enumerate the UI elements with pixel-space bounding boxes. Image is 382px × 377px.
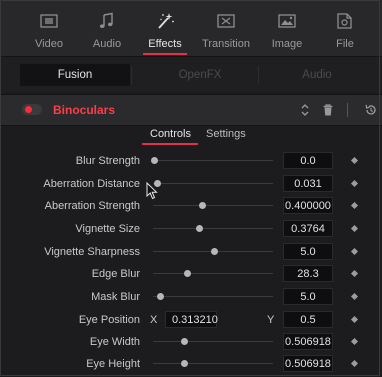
aberration-distance-field[interactable]: 0.031 xyxy=(283,175,333,192)
keyframe-icon[interactable] xyxy=(350,292,359,301)
tab-video-label: Video xyxy=(35,38,63,50)
param-label-blur-strength: Blur Strength xyxy=(75,155,140,167)
eye-width-field[interactable]: 0.506918 xyxy=(283,333,333,350)
aberration-distance-track[interactable] xyxy=(153,183,273,184)
vignette-sharpness-field[interactable]: 5.0 xyxy=(283,243,333,260)
edge-blur-slider[interactable] xyxy=(184,270,192,277)
aberration-strength-field[interactable]: 0.400000 xyxy=(283,197,333,214)
mask-blur-slider[interactable] xyxy=(156,293,164,300)
file-icon xyxy=(337,13,352,29)
keyframe-icon[interactable] xyxy=(350,179,359,188)
effect-header: Binoculars xyxy=(0,94,382,126)
blur-strength-track[interactable] xyxy=(153,160,273,161)
vignette-sharpness-slider[interactable] xyxy=(210,248,218,255)
trash-icon[interactable] xyxy=(321,103,335,117)
subtab-openfx[interactable]: OpenFX xyxy=(145,64,255,86)
image-icon xyxy=(278,14,296,28)
eye-position-x-field[interactable]: 0.313210 xyxy=(165,311,218,328)
tab-settings[interactable]: Settings xyxy=(206,128,246,140)
edge-blur-track[interactable] xyxy=(153,273,273,274)
edge-blur-field[interactable]: 28.3 xyxy=(283,265,333,282)
tab-controls[interactable]: Controls xyxy=(150,128,191,140)
keyframe-icon[interactable] xyxy=(350,201,359,210)
header-divider xyxy=(347,103,348,117)
tab-file-label: File xyxy=(336,38,354,50)
tab-transition[interactable]: Transition xyxy=(197,0,255,56)
subtab-fusion[interactable]: Fusion xyxy=(20,64,130,86)
keyframe-icon[interactable] xyxy=(350,359,359,368)
tab-image[interactable]: Image xyxy=(258,0,316,56)
param-label-aberration-distance: Aberration Distance xyxy=(43,178,140,190)
blur-strength-slider[interactable] xyxy=(150,157,158,164)
subtab-audio[interactable]: Audio xyxy=(262,64,372,86)
up-down-arrows-icon[interactable] xyxy=(298,103,312,117)
param-label-vignette-sharpness: Vignette Sharpness xyxy=(44,246,140,258)
y-label: Y xyxy=(267,314,275,326)
mask-blur-track[interactable] xyxy=(153,296,273,297)
param-label-vignette-size: Vignette Size xyxy=(75,223,140,235)
keyframe-icon[interactable] xyxy=(350,315,359,324)
inspector-toolbar: Video Audio Effects Transition Image Fil… xyxy=(0,0,382,57)
toggle-knob xyxy=(25,106,32,113)
aberration-strength-slider[interactable] xyxy=(198,202,206,209)
tab-effects-label: Effects xyxy=(148,38,182,50)
controls-tab-indicator xyxy=(142,143,198,145)
keyframe-icon[interactable] xyxy=(350,337,359,346)
effect-title[interactable]: Binoculars xyxy=(53,103,115,117)
active-tab-indicator xyxy=(143,53,187,55)
tab-audio[interactable]: Audio xyxy=(78,0,136,56)
param-label-edge-blur: Edge Blur xyxy=(91,268,140,280)
eye-position-y-field[interactable]: 0.5 xyxy=(283,311,333,328)
eye-height-slider[interactable] xyxy=(180,360,188,367)
param-label-eye-height: Eye Height xyxy=(86,358,140,370)
subtab-divider xyxy=(131,66,132,84)
param-label-eye-position: Eye Position xyxy=(78,314,140,326)
reset-icon[interactable] xyxy=(364,103,378,117)
keyframe-icon[interactable] xyxy=(350,224,359,233)
vignette-size-field[interactable]: 0.3764 xyxy=(283,220,333,237)
tab-effects[interactable]: Effects xyxy=(136,0,194,56)
keyframe-icon[interactable] xyxy=(350,247,359,256)
vignette-size-slider[interactable] xyxy=(195,225,203,232)
video-icon xyxy=(40,14,58,28)
eye-height-track[interactable] xyxy=(153,363,273,364)
eye-height-field[interactable]: 0.506918 xyxy=(283,355,333,372)
mask-blur-field[interactable]: 5.0 xyxy=(283,288,333,305)
subtab-divider xyxy=(258,66,259,84)
effect-enable-toggle[interactable] xyxy=(22,104,42,115)
tab-file[interactable]: File xyxy=(316,0,374,56)
tab-video[interactable]: Video xyxy=(20,0,78,56)
param-label-eye-width: Eye Width xyxy=(89,336,140,348)
param-label-aberration-strength: Aberration Strength xyxy=(44,200,140,212)
transition-icon xyxy=(217,14,235,28)
mouse-pointer-icon xyxy=(146,182,158,200)
keyframe-icon[interactable] xyxy=(350,269,359,278)
param-label-mask-blur: Mask Blur xyxy=(91,291,140,303)
aberration-strength-track[interactable] xyxy=(153,205,273,206)
inspector-panel: Video Audio Effects Transition Image Fil… xyxy=(0,0,382,377)
eye-width-track[interactable] xyxy=(153,341,273,342)
tab-transition-label: Transition xyxy=(202,38,250,50)
keyframe-icon[interactable] xyxy=(350,156,359,165)
tab-audio-label: Audio xyxy=(92,38,122,50)
vignette-size-track[interactable] xyxy=(153,228,273,229)
tab-image-label: Image xyxy=(271,38,303,50)
x-label: X xyxy=(150,314,158,326)
blur-strength-field[interactable]: 0.0 xyxy=(283,152,333,169)
magic-wand-icon xyxy=(158,13,174,29)
eye-width-slider[interactable] xyxy=(180,338,188,345)
music-note-icon xyxy=(99,12,113,28)
subtab-bar: Fusion OpenFX Audio xyxy=(0,57,382,92)
